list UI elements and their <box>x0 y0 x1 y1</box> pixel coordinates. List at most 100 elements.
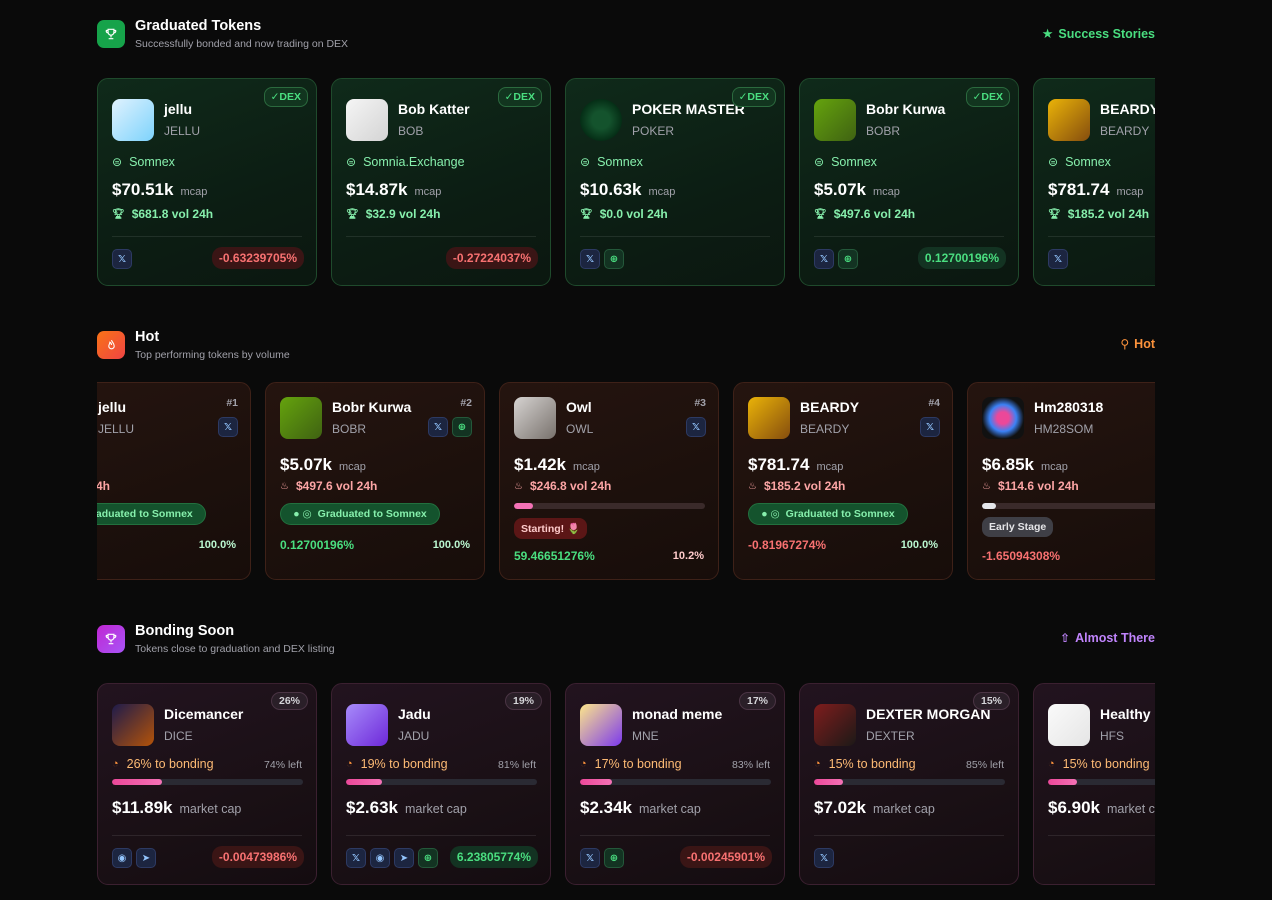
bonding-header: Bonding Soon Tokens close to graduation … <box>97 623 1155 663</box>
token-name: Hm280318 <box>1034 399 1104 415</box>
pill-label: Graduated to Somnex <box>317 508 427 520</box>
progress-fill <box>1048 779 1077 785</box>
rank-badge: #1 <box>226 397 238 409</box>
token-card[interactable]: Bobr Kurwa BOBR ✓DEX ⊜ Somnex $5.07k mcap 🏆︎ $49… <box>799 78 1019 286</box>
globe-icon[interactable]: ⊕ <box>604 249 624 269</box>
market-cap: $781.74 mcap <box>1048 180 1143 200</box>
x-icon[interactable]: 𝕏 <box>112 249 132 269</box>
hot-token-card[interactable]: Bobr Kurwa BOBR #2 𝕏 ⊕ $5.07k mcap ♨ $497.6 vol … <box>265 382 485 580</box>
bonding-progress-bar <box>514 503 705 509</box>
x-icon[interactable]: 𝕏 <box>580 249 600 269</box>
telegram-icon[interactable]: ➤ <box>394 848 414 868</box>
divider <box>580 236 770 237</box>
token-symbol: BEARDY <box>800 422 850 436</box>
trophy-icon: 🏆︎ <box>1048 208 1061 220</box>
telegram-icon[interactable]: ➤ <box>136 848 156 868</box>
volume-value: $185.2 vol 24h <box>1067 207 1150 221</box>
hot-section: Hot Top performing tokens by volume ⚲ Ho… <box>97 329 1155 580</box>
token-name: Jadu <box>398 706 431 722</box>
x-icon[interactable]: 𝕏 <box>920 417 940 437</box>
pill-label: Graduated to Somnex <box>97 508 193 520</box>
token-name: DEXTER MORGAN <box>866 706 991 722</box>
star-icon: ★ <box>1041 26 1054 41</box>
globe-icon[interactable]: ⊕ <box>838 249 858 269</box>
x-icon[interactable]: 𝕏 <box>580 848 600 868</box>
market-cap: $2.63k market cap <box>346 798 467 818</box>
stage-tag: Starting! 🌷 <box>514 518 588 539</box>
divider <box>112 236 302 237</box>
price-change: -0.00245901% <box>679 846 772 868</box>
globe-icon[interactable]: ⊕ <box>418 848 438 868</box>
globe-icon[interactable]: ⊕ <box>604 848 624 868</box>
pill-label: Graduated to Somnex <box>785 508 895 520</box>
social-links: 𝕏 <box>218 417 238 437</box>
social-links: 𝕏 <box>920 417 940 437</box>
volume-24h: ♨ $246.8 vol 24h <box>514 479 611 493</box>
progress-percent: 10.2% <box>672 550 704 562</box>
discord-icon[interactable]: ◉ <box>370 848 390 868</box>
token-card[interactable]: Bob Katter BOB ✓DEX ⊜ Somnia.Exchange $14.87k… <box>331 78 551 286</box>
token-symbol: BOB <box>398 124 424 138</box>
mcap-value: $781.74 <box>748 455 810 474</box>
token-card[interactable]: BEARDY BEARDY ⊜ Somnex $781.74 mcap 🏆︎ $185.2 v… <box>1033 78 1155 286</box>
volume-value: $32.9 vol 24h <box>365 207 441 221</box>
success-stories-link[interactable]: ★ Success Stories <box>1042 26 1155 42</box>
flame-icon: ♨ <box>748 480 757 492</box>
to-bonding-text: 15% to bonding <box>828 757 916 771</box>
mcap-unit: mcap <box>873 186 900 198</box>
exchange-label: ⊜ Somnex <box>1048 155 1111 169</box>
price-change: -0.63239705% <box>211 247 304 269</box>
dex-badge: ✓DEX <box>497 87 542 107</box>
token-card[interactable]: POKER MASTER POKER ✓DEX ⊜ Somnex $10.63k mcap 🏆… <box>565 78 785 286</box>
trophy-icon <box>97 625 125 653</box>
bonding-token-card[interactable]: DEXTER MORGAN DEXTER 15% ◔ 15% to bonding 85%… <box>799 683 1019 885</box>
x-icon[interactable]: 𝕏 <box>814 848 834 868</box>
bonding-token-card[interactable]: Healthy I HFS ◔ 15% to bonding $6.90k market … <box>1033 683 1155 885</box>
x-icon[interactable]: 𝕏 <box>346 848 366 868</box>
x-icon[interactable]: 𝕏 <box>814 249 834 269</box>
market-cap: $2.34k market cap <box>580 798 701 818</box>
bonding-token-card[interactable]: Jadu JADU 19% ◔ 19% to bonding 81% left $2.63k… <box>331 683 551 885</box>
x-icon[interactable]: 𝕏 <box>428 417 448 437</box>
x-icon[interactable]: 𝕏 <box>218 417 238 437</box>
mcap-unit: market cap <box>405 802 467 816</box>
hot-link[interactable]: ⚲ Hot <box>1120 337 1155 351</box>
token-symbol: JELLU <box>98 422 135 436</box>
bonding-token-card[interactable]: monad meme MNE 17% ◔ 17% to bonding 83% left $… <box>565 683 785 885</box>
graduated-pill: ● ◎ Graduated to Somnex <box>280 503 440 525</box>
clock-icon: ◔ <box>814 758 821 770</box>
graduated-header: Graduated Tokens Successfully bonded and… <box>97 18 1155 58</box>
bonding-progress-bar <box>346 779 537 785</box>
progress-percent: 100.0% <box>198 539 236 551</box>
exchange-icon: ⊜ <box>580 155 591 169</box>
token-name: Bob Katter <box>398 101 470 117</box>
token-avatar <box>1048 704 1090 746</box>
volume-value: $114.6 vol 24h <box>997 479 1079 493</box>
x-icon[interactable]: 𝕏 <box>1048 249 1068 269</box>
almost-there-link[interactable]: ⇧ Almost There <box>1060 631 1155 645</box>
graduated-section: Graduated Tokens Successfully bonded and… <box>97 18 1155 286</box>
hot-token-card[interactable]: Hm280318 HM28SOM $6.85k mcap ♨ $114.6 vol 24h… <box>967 382 1155 580</box>
token-symbol: DICE <box>164 729 193 743</box>
discord-icon[interactable]: ◉ <box>112 848 132 868</box>
divider <box>346 236 536 237</box>
token-symbol: MNE <box>632 729 659 743</box>
to-bonding-label: ◔ 17% to bonding <box>580 757 682 771</box>
token-card[interactable]: jellu JELLU ✓DEX ⊜ Somnex $70.51k mcap 🏆︎ $681.8… <box>97 78 317 286</box>
hot-token-card[interactable]: jelluJELLU#1𝕏kmcap♨l vol 24h● ◎Graduated… <box>97 382 251 580</box>
bonding-token-card[interactable]: Dicemancer DICE 26% ◔ 26% to bonding 74% left… <box>97 683 317 885</box>
bonding-progress-bar <box>814 779 1005 785</box>
progress-percent: 100.0% <box>432 539 470 551</box>
hot-token-card[interactable]: Owl OWL #3 𝕏 $1.42k mcap ♨ $246.8 vol 24h Starti… <box>499 382 719 580</box>
market-cap: $10.63k mcap <box>580 180 675 200</box>
trophy-icon: 🏆︎ <box>346 208 359 220</box>
hot-subtitle: Top performing tokens by volume <box>135 349 290 361</box>
rank-badge: #2 <box>460 397 472 409</box>
market-cap: $11.89k market cap <box>112 798 241 818</box>
exchange-name: Somnia.Exchange <box>363 155 465 169</box>
hot-token-card[interactable]: BEARDY BEARDY #4 𝕏 $781.74 mcap ♨ $185.2 vol 24… <box>733 382 953 580</box>
x-icon[interactable]: 𝕏 <box>686 417 706 437</box>
globe-icon[interactable]: ⊕ <box>452 417 472 437</box>
to-bonding-text: 15% to bonding <box>1062 757 1150 771</box>
divider <box>1048 236 1155 237</box>
